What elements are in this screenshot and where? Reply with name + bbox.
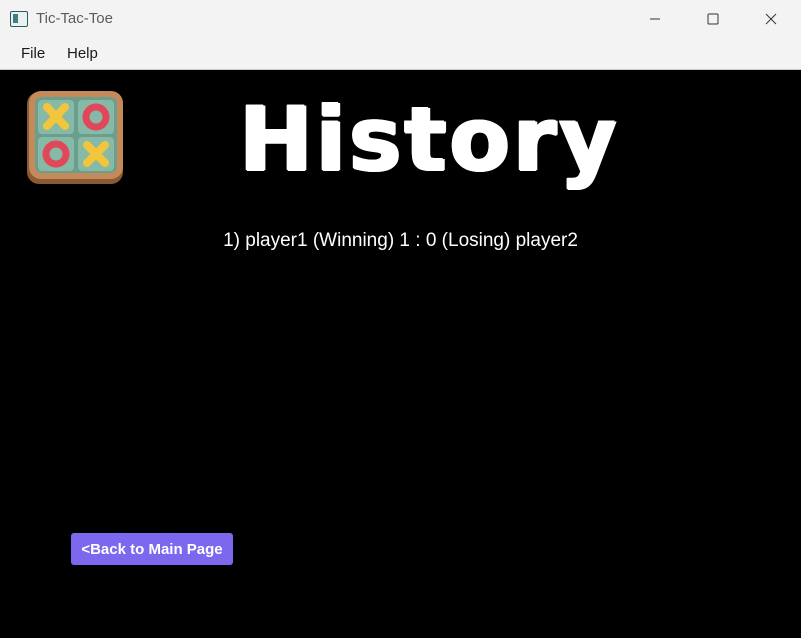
menu-help[interactable]: Help [67, 45, 98, 62]
page-title: History [238, 88, 620, 191]
maximize-icon [707, 13, 719, 25]
app-icon [10, 11, 28, 27]
close-button[interactable] [742, 0, 800, 38]
menu-file[interactable]: File [21, 45, 45, 62]
window-titlebar: Tic-Tac-Toe [0, 0, 801, 38]
menu-bar: File Help [0, 38, 801, 70]
history-list: 1) player1 (Winning) 1 : 0 (Losing) play… [0, 230, 801, 262]
list-item: 1) player1 (Winning) 1 : 0 (Losing) play… [223, 230, 578, 251]
history-page: History 1) player1 (Winning) 1 : 0 (Losi… [0, 70, 801, 638]
maximize-button[interactable] [684, 0, 742, 38]
minimize-icon [650, 18, 660, 20]
close-icon [765, 13, 777, 25]
minimize-button[interactable] [626, 0, 684, 38]
back-to-main-button[interactable]: <Back to Main Page [71, 533, 233, 565]
window-title: Tic-Tac-Toe [36, 10, 113, 27]
